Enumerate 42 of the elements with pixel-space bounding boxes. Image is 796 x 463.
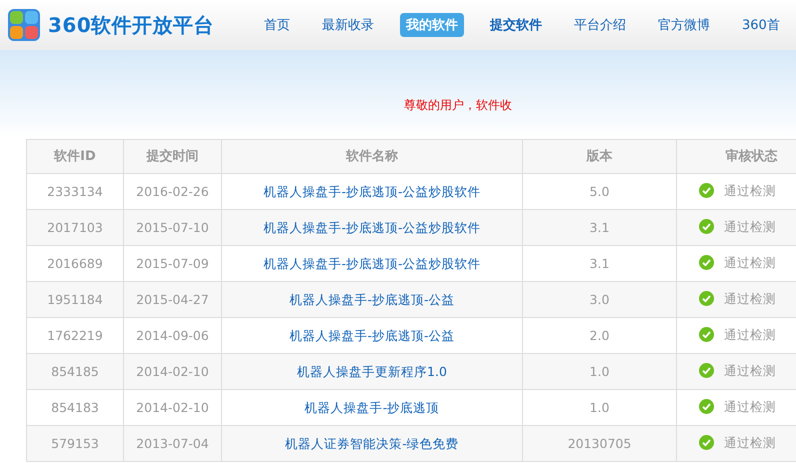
- table-cell: 2015-04-27: [124, 282, 222, 318]
- table-cell: 579153: [26, 426, 124, 462]
- column-header: 版本: [522, 140, 676, 174]
- status-text: 通过检测: [724, 182, 776, 198]
- table-cell: 3.0: [522, 282, 676, 318]
- table-cell: 854185: [26, 354, 124, 390]
- software-link[interactable]: 机器人操盘手更新程序1.0: [297, 364, 447, 379]
- table-cell: 2015-07-10: [124, 210, 222, 246]
- status-text: 通过检测: [724, 326, 776, 342]
- table-cell: 2013-07-04: [124, 426, 222, 462]
- column-header: 软件ID: [26, 140, 124, 174]
- status-text: 通过检测: [724, 254, 776, 270]
- software-link[interactable]: 机器人操盘手-抄底逃顶-公益炒股软件: [263, 220, 481, 235]
- software-link[interactable]: 机器人操盘手-抄底逃顶-公益: [289, 292, 455, 307]
- nav-link[interactable]: 360首: [736, 13, 786, 37]
- nav-link[interactable]: 提交软件: [484, 13, 548, 37]
- software-link[interactable]: 机器人操盘手-抄底逃顶-公益: [289, 328, 455, 343]
- software-link[interactable]: 机器人证券智能决策-绿色免费: [285, 436, 459, 451]
- logo-text: 360软件开放平台: [48, 12, 214, 38]
- nav-link[interactable]: 首页: [258, 13, 296, 37]
- table-cell: 1951184: [26, 282, 124, 318]
- column-header: 审核状态: [676, 140, 796, 174]
- nav-link[interactable]: 官方微博: [652, 13, 716, 37]
- column-header: 提交时间: [124, 140, 222, 174]
- status-text: 通过检测: [724, 362, 776, 378]
- table-cell: 3.1: [522, 210, 676, 246]
- nav-link[interactable]: 平台介绍: [568, 13, 632, 37]
- table-cell: 1.0: [522, 354, 676, 390]
- software-link[interactable]: 机器人操盘手-抄底逃顶-公益炒股软件: [263, 256, 481, 271]
- table-cell: 20130705: [522, 426, 676, 462]
- software-link[interactable]: 机器人操盘手-抄底逃顶: [304, 400, 440, 415]
- logo-icon: [8, 9, 40, 41]
- table-cell: 2014-02-10: [124, 354, 222, 390]
- column-header: 软件名称: [222, 140, 522, 174]
- status-text: 通过检测: [724, 218, 776, 234]
- software-link[interactable]: 机器人操盘手-抄底逃顶-公益炒股软件: [263, 184, 481, 199]
- nav-link[interactable]: 最新收录: [316, 13, 380, 37]
- status-text: 通过检测: [724, 290, 776, 306]
- status-text: 通过检测: [724, 398, 776, 414]
- notice-text: 尊敬的用户，软件收: [403, 97, 512, 114]
- status-text: 通过检测: [724, 434, 776, 450]
- table-cell: 2017103: [26, 210, 124, 246]
